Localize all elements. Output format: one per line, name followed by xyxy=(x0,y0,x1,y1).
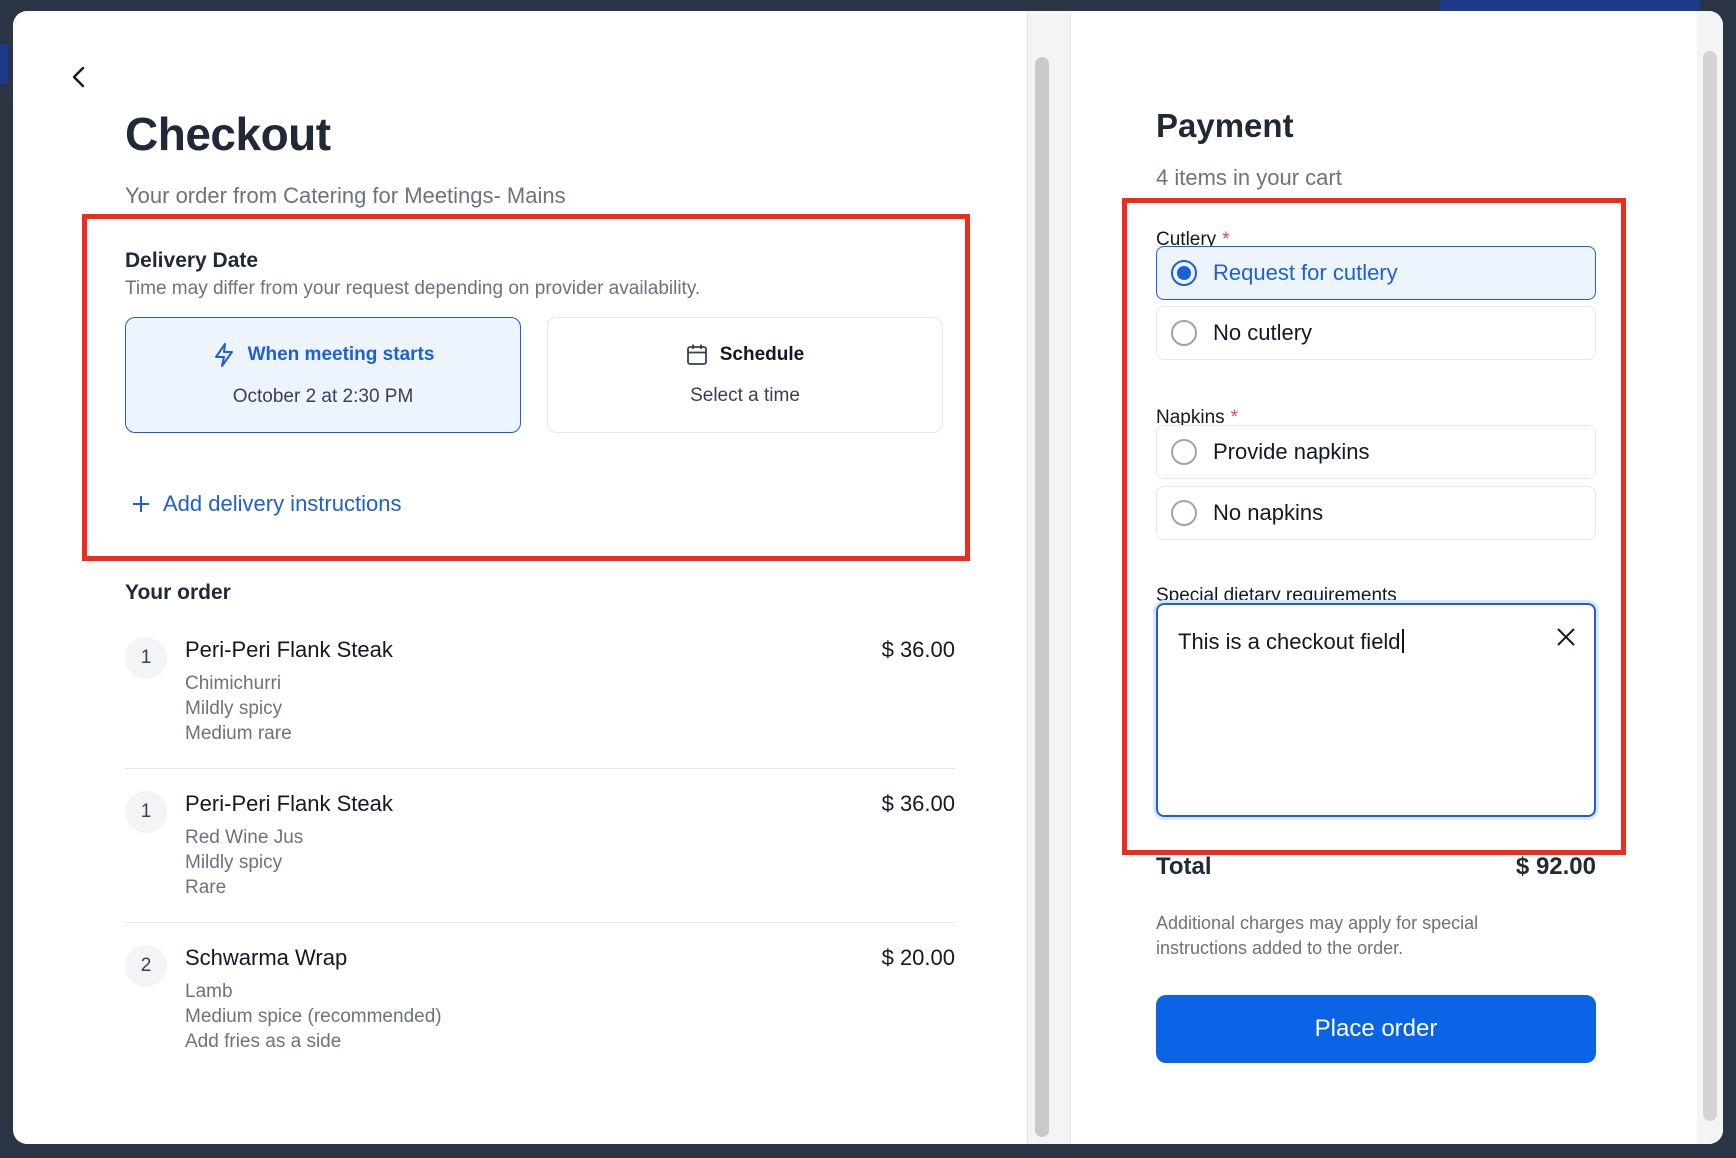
delivery-option-label: When meeting starts xyxy=(247,344,435,365)
checkout-pane: Checkout Your order from Catering for Me… xyxy=(13,11,1043,1144)
item-modifier: Rare xyxy=(185,877,227,898)
left-scrollbar[interactable] xyxy=(1035,57,1049,1137)
radio-button[interactable] xyxy=(1171,320,1197,346)
item-modifier: Chimichurri xyxy=(185,673,282,694)
item-price: $ 36.00 xyxy=(881,637,955,662)
item-name: Peri-Peri Flank Steak xyxy=(185,791,393,816)
item-modifier: Mildly spicy xyxy=(185,698,283,719)
item-price: $ 36.00 xyxy=(881,791,955,816)
item-modifier: Lamb xyxy=(185,981,233,1002)
order-item: 1 Peri-Peri Flank Steak $ 36.00 Chimichu… xyxy=(125,637,955,747)
delivery-option-sub: Select a time xyxy=(690,385,800,406)
item-quantity: 1 xyxy=(125,637,167,679)
radio-label: No cutlery xyxy=(1213,320,1313,345)
calendar-icon xyxy=(686,344,707,365)
item-modifiers: Red Wine Jus Mildly spicy Rare xyxy=(185,825,303,900)
order-divider xyxy=(125,922,955,923)
item-name: Peri-Peri Flank Steak xyxy=(185,637,393,662)
item-modifier: Medium spice (recommended) xyxy=(185,1006,442,1027)
radio-button[interactable] xyxy=(1171,500,1197,526)
cart-count: 4 items in your cart xyxy=(1156,165,1342,190)
total-value: $ 92.00 xyxy=(1515,853,1596,880)
radio-label: No napkins xyxy=(1213,500,1324,525)
cutlery-option-none[interactable]: No cutlery xyxy=(1156,306,1596,360)
radio-label: Request for cutlery xyxy=(1213,260,1398,285)
payment-pane: Payment 4 items in your cart Cutlery * Re… xyxy=(1071,11,1723,1144)
radio-label: Provide napkins xyxy=(1213,439,1370,464)
item-modifier: Add fries as a side xyxy=(185,1031,342,1052)
delivery-option-label: Schedule xyxy=(719,344,805,365)
backdrop-fragment xyxy=(1440,0,1700,11)
item-quantity: 1 xyxy=(125,791,167,833)
close-icon xyxy=(1557,628,1575,646)
delivery-option-sub: October 2 at 2:30 PM xyxy=(232,386,414,407)
order-item: 2 Schwarma Wrap $ 20.00 Lamb Medium spic… xyxy=(125,945,955,1055)
add-delivery-instructions-link[interactable]: Add delivery instructions xyxy=(131,491,401,517)
order-source: Your order from Catering for Meetings- M… xyxy=(125,183,566,208)
delivery-date-note: Time may differ from your request depend… xyxy=(125,278,701,299)
clear-field-button[interactable] xyxy=(1550,621,1582,653)
dietary-requirements-value: This is a checkout field xyxy=(1178,629,1404,655)
delivery-option-meeting-start[interactable]: When meeting starts October 2 at 2:30 PM xyxy=(125,317,521,433)
your-order-heading: Your order xyxy=(125,581,231,604)
delivery-option-schedule[interactable]: Schedule Select a time xyxy=(547,317,943,433)
cutlery-option-request[interactable]: Request for cutlery xyxy=(1156,246,1596,300)
page-title: Checkout xyxy=(125,108,331,160)
add-delivery-instructions-label: Add delivery instructions xyxy=(163,491,402,516)
order-item: 1 Peri-Peri Flank Steak $ 36.00 Red Wine… xyxy=(125,791,955,901)
napkins-option-provide[interactable]: Provide napkins xyxy=(1156,425,1596,479)
radio-button[interactable] xyxy=(1171,439,1197,465)
radio-button[interactable] xyxy=(1171,260,1197,286)
delivery-date-heading: Delivery Date xyxy=(125,249,259,272)
lightning-icon xyxy=(214,343,233,367)
napkins-option-none[interactable]: No napkins xyxy=(1156,486,1596,540)
item-modifiers: Chimichurri Mildly spicy Medium rare xyxy=(185,671,292,746)
item-quantity: 2 xyxy=(125,945,167,987)
dietary-requirements-textarea[interactable]: This is a checkout field xyxy=(1156,603,1596,817)
checkout-modal: Checkout Your order from Catering for Me… xyxy=(13,11,1723,1144)
panel-divider xyxy=(1027,11,1071,1144)
item-modifier: Medium rare xyxy=(185,723,292,744)
item-modifier: Mildly spicy xyxy=(185,852,283,873)
charges-note: Additional charges may apply for special… xyxy=(1156,913,1479,958)
item-name: Schwarma Wrap xyxy=(185,945,348,970)
total-label: Total xyxy=(1156,853,1212,880)
item-modifiers: Lamb Medium spice (recommended) Add frie… xyxy=(185,979,442,1054)
backdrop-fragment xyxy=(0,44,8,84)
item-price: $ 20.00 xyxy=(881,945,955,970)
order-divider xyxy=(125,768,955,769)
item-modifier: Red Wine Jus xyxy=(185,827,304,848)
back-button[interactable] xyxy=(61,59,97,95)
right-scrollbar[interactable] xyxy=(1703,51,1717,1121)
place-order-button[interactable]: Place order xyxy=(1156,995,1596,1063)
payment-title: Payment xyxy=(1156,107,1294,144)
chevron-left-icon xyxy=(72,66,85,88)
plus-icon xyxy=(133,496,149,512)
